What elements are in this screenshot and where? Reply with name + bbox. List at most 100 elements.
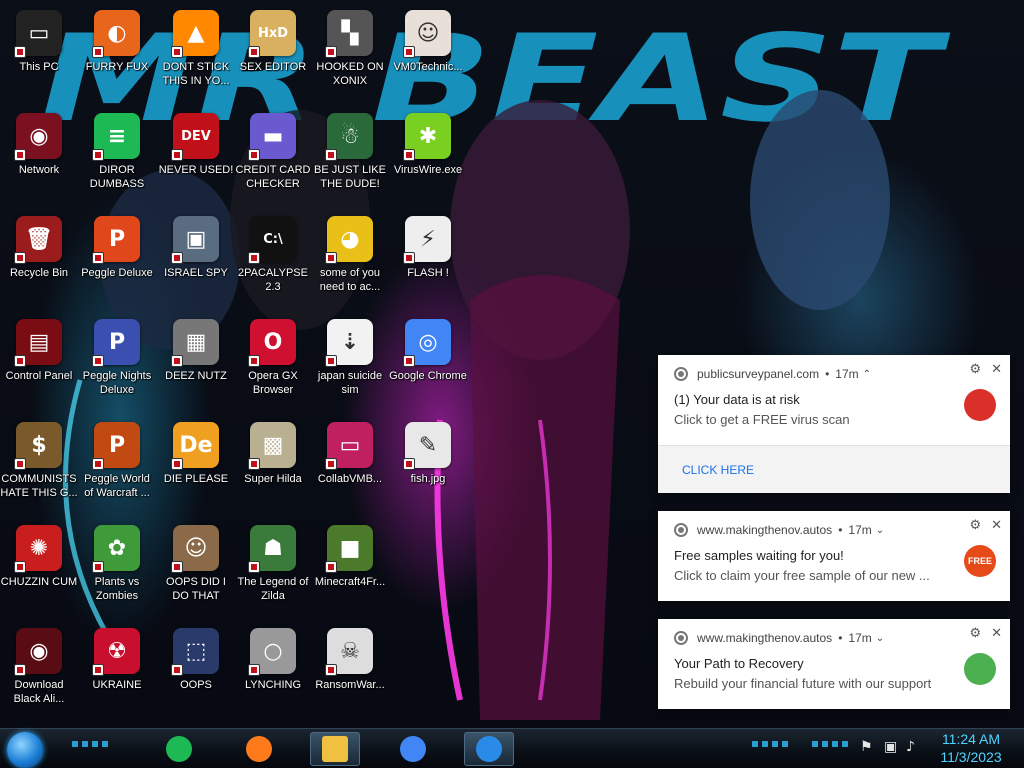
desktop-icon[interactable]: ⚡ FLASH ! bbox=[389, 210, 467, 306]
desktop-icon[interactable]: ◎ Google Chrome bbox=[389, 313, 467, 409]
taskbar-button-file-explorer[interactable] bbox=[310, 732, 360, 766]
taskbar-button-spotify-like-app[interactable] bbox=[154, 732, 204, 766]
radiation-icon: ☢ bbox=[92, 628, 140, 676]
desktop-icon[interactable]: ■ Minecraft4Fr... bbox=[311, 519, 389, 615]
clock-time: 11:24 AM bbox=[941, 731, 1001, 747]
desktop-icon[interactable]: ≡ DIROR DUMBASS bbox=[78, 107, 156, 203]
chrome-icon bbox=[674, 523, 688, 537]
desktop-icon-label: Peggle Nights Deluxe bbox=[82, 370, 152, 396]
desktop-icon[interactable]: ▩ Super Hilda bbox=[234, 416, 312, 512]
desktop-icon[interactable]: ☢ UKRAINE bbox=[78, 622, 156, 718]
separator-dot: • bbox=[838, 631, 843, 645]
desktop-icon-label: Opera GX Browser bbox=[248, 370, 298, 396]
desktop-icon[interactable]: ⬚ OOPS bbox=[157, 622, 235, 718]
chevron-icon[interactable]: ⌄ bbox=[876, 633, 884, 644]
devcpp-icon: DEV bbox=[171, 113, 219, 161]
desktop-icon[interactable]: ▦ DEEZ NUTZ bbox=[157, 313, 235, 409]
taskbar-button-firefox[interactable] bbox=[234, 732, 284, 766]
opera-gx-icon: O bbox=[248, 319, 296, 367]
desktop-icon[interactable]: ○ LYNCHING bbox=[234, 622, 312, 718]
settings-gear-icon[interactable]: ⚙ bbox=[969, 361, 981, 377]
desktop-icon-label: UKRAINE bbox=[92, 679, 142, 691]
pixel-hero-icon: ☗ bbox=[248, 525, 296, 573]
desktop-icon[interactable]: P Peggle World of Warcraft ... bbox=[78, 416, 156, 512]
desktop-icon[interactable]: ▚ HOOKED ON XONIX bbox=[311, 4, 389, 100]
desktop-icon[interactable]: ▲ DONT STICK THIS IN YO... bbox=[157, 4, 235, 100]
minecraft-block-icon: ■ bbox=[325, 525, 373, 573]
notification-action-button[interactable]: CLICK HERE bbox=[658, 445, 1010, 493]
shortcut-overlay-icon bbox=[248, 355, 260, 367]
shortcut-overlay-icon bbox=[171, 46, 183, 58]
desktop-icon[interactable]: $ COMMUNISTS HATE THIS G... bbox=[0, 416, 78, 512]
browser-notification[interactable]: www.makingthenov.autos • 17m ⌄ ⚙ ✕ Free sample… bbox=[658, 511, 1010, 601]
settings-gear-icon[interactable]: ⚙ bbox=[969, 625, 981, 641]
taskbar-button-chrome[interactable] bbox=[388, 732, 438, 766]
desktop-icon[interactable]: DEV NEVER USED! bbox=[157, 107, 235, 203]
icon-glyph: ▣ bbox=[185, 226, 207, 252]
computer-icon: ▭ bbox=[14, 10, 62, 58]
icon-glyph: P bbox=[108, 432, 126, 458]
volume-icon[interactable]: ♪ bbox=[906, 739, 915, 755]
settings-gear-icon[interactable]: ⚙ bbox=[969, 517, 981, 533]
shortcut-overlay-icon bbox=[171, 149, 183, 161]
credit-card-icon: ▬ bbox=[248, 113, 296, 161]
network-tray-icon[interactable]: ▣ bbox=[884, 739, 897, 755]
desktop-icon[interactable]: De DIE PLEASE bbox=[157, 416, 235, 512]
desktop-icon[interactable]: ◕ some of you need to ac... bbox=[311, 210, 389, 306]
desktop-icon[interactable]: ☃ BE JUST LIKE THE DUDE! bbox=[311, 107, 389, 203]
icon-glyph: ◐ bbox=[107, 20, 127, 46]
desktop-icon[interactable]: ◉ Network bbox=[0, 107, 78, 203]
desktop-icon[interactable]: 🗑 Recycle Bin bbox=[0, 210, 78, 306]
browser-notification[interactable]: publicsurveypanel.com • 17m ⌃ ⚙ ✕ (1) Your dat… bbox=[658, 355, 1010, 493]
flag-icon[interactable]: ⚑ bbox=[860, 739, 873, 755]
close-icon[interactable]: ✕ bbox=[991, 361, 1002, 377]
firefox-icon: ◐ bbox=[92, 10, 140, 58]
hxd-editor-icon: HxD bbox=[248, 10, 296, 58]
desktop-icon[interactable]: ✎ fish.jpg bbox=[389, 416, 467, 512]
desktop-icon[interactable]: ▭ This PC bbox=[0, 4, 78, 100]
desktop-icon[interactable]: ◉ Download Black Ali... bbox=[0, 622, 78, 718]
desktop-icon[interactable]: ✱ VirusWire.exe bbox=[389, 107, 467, 203]
taskbar-button-internet-explorer[interactable] bbox=[464, 732, 514, 766]
close-icon[interactable]: ✕ bbox=[991, 625, 1002, 641]
icon-glyph: ≡ bbox=[107, 123, 127, 149]
shortcut-overlay-icon bbox=[403, 149, 415, 161]
xonix-icon: ▚ bbox=[325, 10, 373, 58]
desktop-icon[interactable]: ✿ Plants vs Zombies bbox=[78, 519, 156, 615]
peggle-nights-icon: P bbox=[92, 319, 140, 367]
close-icon[interactable]: ✕ bbox=[991, 517, 1002, 533]
desktop-icon[interactable]: P Peggle Deluxe bbox=[78, 210, 156, 306]
desktop-icon[interactable]: ⇣ japan suicide sim bbox=[311, 313, 389, 409]
desktop-icon[interactable]: ▤ Control Panel bbox=[0, 313, 78, 409]
desktop-icon[interactable]: ☗ The Legend of Zilda bbox=[234, 519, 312, 615]
desktop-icon[interactable]: ▭ CollabVMB... bbox=[311, 416, 389, 512]
shortcut-overlay-icon bbox=[92, 458, 104, 470]
desktop-icon[interactable]: P Peggle Nights Deluxe bbox=[78, 313, 156, 409]
icon-glyph: ▭ bbox=[28, 20, 50, 46]
chevron-icon[interactable]: ⌄ bbox=[876, 525, 884, 536]
desktop-icon[interactable]: HxD SEX EDITOR bbox=[234, 4, 312, 100]
chevron-icon[interactable]: ⌃ bbox=[863, 369, 871, 380]
desktop-icon[interactable]: ☠ RansomWar... bbox=[311, 622, 389, 718]
desktop-icon[interactable]: ☺ OOPS DID I DO THAT bbox=[157, 519, 235, 615]
desktop-icon[interactable]: ☺ VM0Technic... bbox=[389, 4, 467, 100]
noose-icon: ○ bbox=[248, 628, 296, 676]
browser-notification[interactable]: www.makingthenov.autos • 17m ⌄ ⚙ ✕ Your Path t… bbox=[658, 619, 1010, 709]
separator-dot: • bbox=[838, 523, 843, 537]
desktop-icon[interactable]: O Opera GX Browser bbox=[234, 313, 312, 409]
icon-glyph: ■ bbox=[339, 535, 361, 561]
desktop-icon[interactable]: ◐ FURRY FUX bbox=[78, 4, 156, 100]
icon-glyph: ▤ bbox=[28, 329, 50, 355]
shortcut-overlay-icon bbox=[248, 46, 260, 58]
shortcut-overlay-icon bbox=[14, 252, 26, 264]
santa-icon: ☃ bbox=[325, 113, 373, 161]
monitor-icon: ▭ bbox=[325, 422, 373, 470]
chrome-icon bbox=[674, 631, 688, 645]
desktop-icon[interactable]: ▬ CREDIT CARD CHECKER bbox=[234, 107, 312, 203]
start-orb-button[interactable] bbox=[7, 732, 43, 768]
taskbar-clock[interactable]: 11:24 AM 11/3/2023 bbox=[930, 730, 1012, 766]
desktop-icon[interactable]: C:\ 2PACALYPSE 2.3 bbox=[234, 210, 312, 306]
desktop-icon[interactable]: ▣ ISRAEL SPY bbox=[157, 210, 235, 306]
desktop-icon[interactable]: ✺ CHUZZIN CUM bbox=[0, 519, 78, 615]
icon-glyph: ⬚ bbox=[185, 638, 207, 664]
